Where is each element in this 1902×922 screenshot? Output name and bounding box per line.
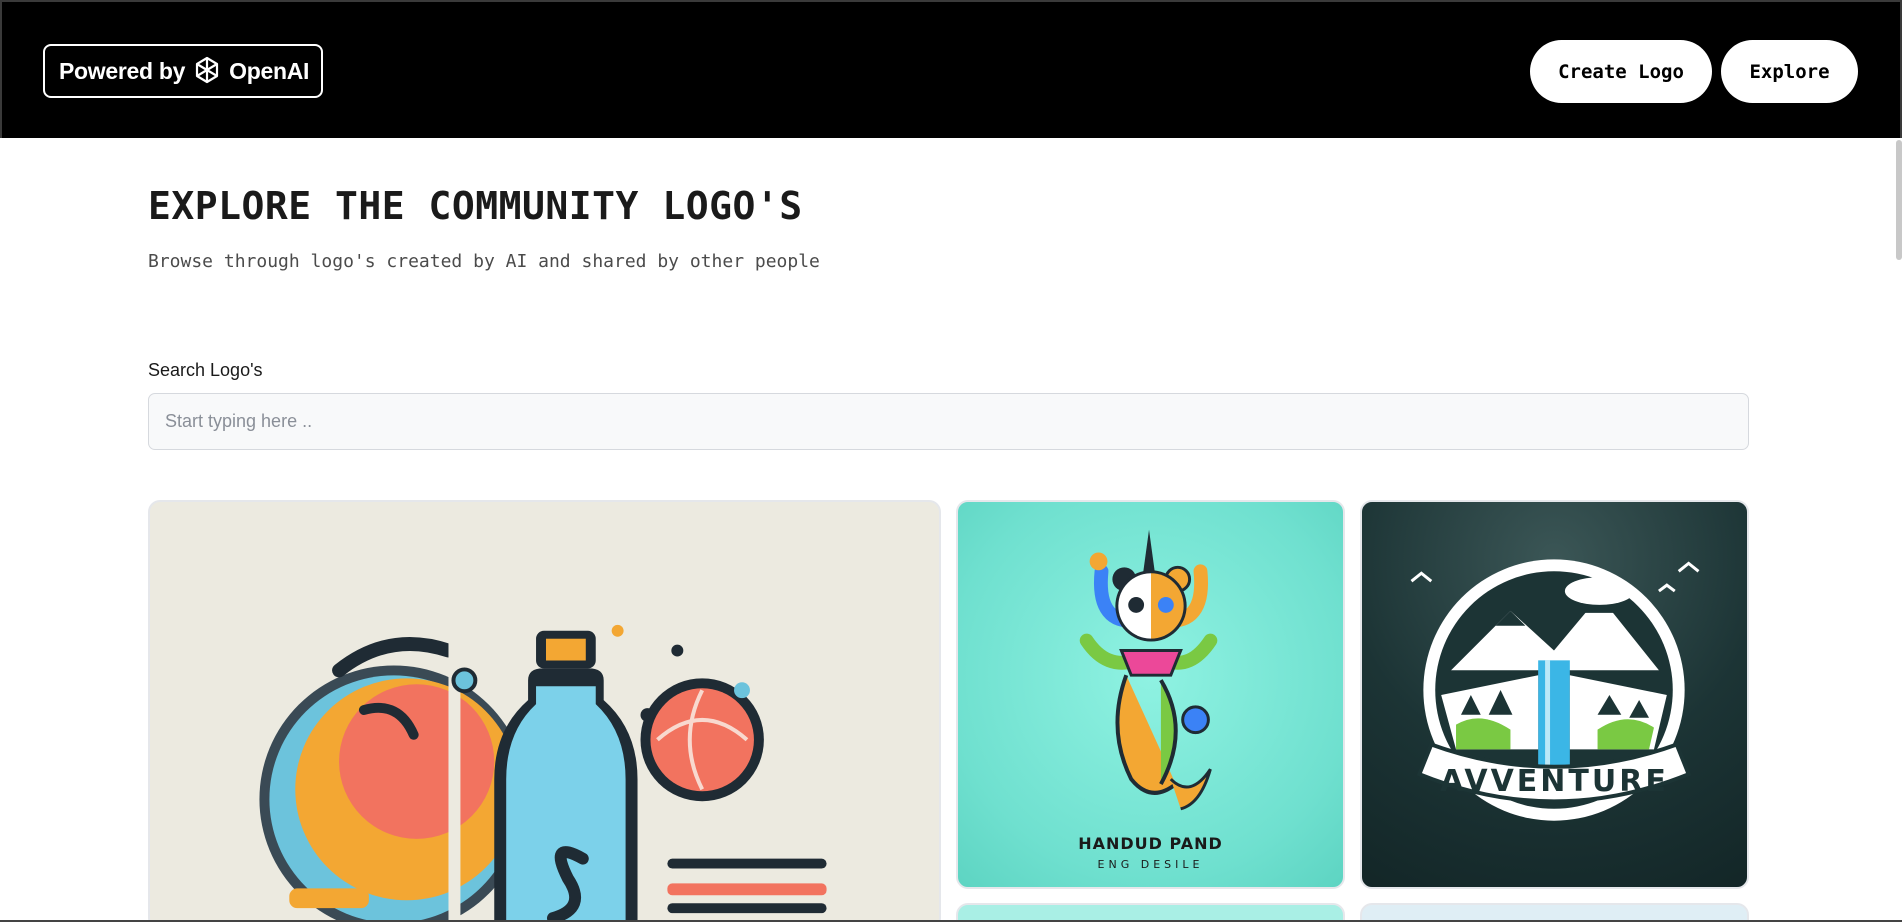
page-scrollbar[interactable] [1896, 140, 1902, 260]
create-logo-button[interactable]: Create Logo [1530, 40, 1712, 103]
openai-logo-icon [196, 56, 219, 84]
page-title: EXPLORE THE COMMUNITY LOGO'S [148, 184, 803, 228]
page-subtitle: Browse through logo's created by AI and … [148, 251, 820, 272]
adventure-logo-image [1410, 559, 1700, 821]
logo-card-panda[interactable]: HANDUD PAND ENG DESILE [956, 500, 1345, 889]
panda-logo-subtitle: ENG DESILE [1097, 858, 1204, 871]
search-input[interactable] [148, 393, 1749, 450]
adventure-logo-text: AVVENTURE [1440, 764, 1669, 799]
search-label: Search Logo's [148, 360, 263, 380]
powered-by-openai-badge[interactable]: Powered by OpenAI [43, 44, 323, 98]
panda-logo-title: HANDUD PAND [1078, 834, 1223, 853]
logo-card-adventure[interactable]: AVVENTURE [1360, 500, 1749, 889]
logo-card-bottle[interactable] [148, 500, 941, 922]
powered-by-label: Powered by [59, 57, 186, 84]
panda-mermaid-logo-image [1079, 529, 1218, 811]
top-bar: Powered by OpenAI Create Logo Explore [0, 0, 1902, 138]
bottle-logo-image [259, 620, 827, 922]
explore-button[interactable]: Explore [1721, 40, 1858, 103]
openai-brand-label: OpenAI [229, 57, 310, 84]
